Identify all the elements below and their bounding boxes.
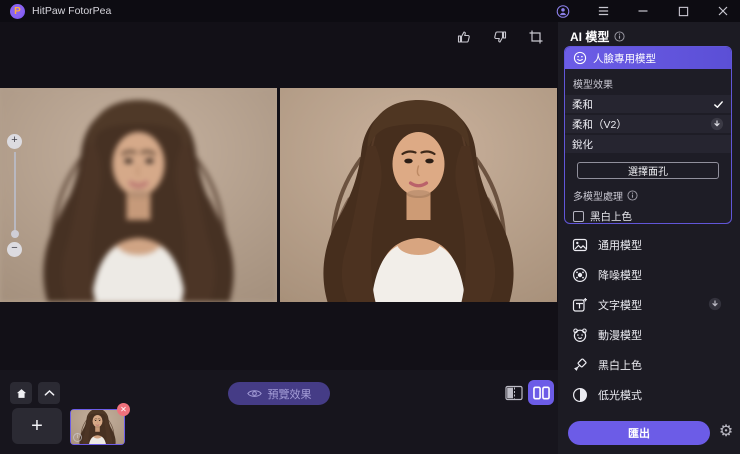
sidebar-item-anime-model[interactable]: 動漫模型 bbox=[572, 326, 730, 344]
canvas-toolbar bbox=[456, 29, 544, 45]
menu-icon[interactable] bbox=[596, 4, 610, 18]
export-button[interactable]: 匯出 bbox=[568, 421, 710, 445]
text-model-icon bbox=[572, 297, 588, 313]
canvas-area: + − bbox=[0, 22, 558, 370]
option-soft[interactable]: 柔和 bbox=[565, 95, 731, 113]
download-icon[interactable] bbox=[710, 117, 724, 131]
sidebar-title: AI 模型 bbox=[570, 28, 625, 45]
checkbox-icon[interactable] bbox=[573, 211, 584, 222]
split-view-toggle-icon[interactable] bbox=[505, 385, 523, 401]
face-model-header[interactable]: 人臉專用模型 bbox=[565, 47, 731, 69]
download-icon[interactable] bbox=[708, 297, 722, 311]
zoom-in-button[interactable]: + bbox=[7, 134, 22, 149]
collapse-tray-button[interactable] bbox=[38, 382, 60, 404]
thumbnail-info-icon: i bbox=[73, 433, 82, 442]
face-icon bbox=[573, 51, 587, 65]
zoom-out-button[interactable]: − bbox=[7, 242, 22, 257]
eye-icon bbox=[247, 388, 262, 399]
face-model-panel: 人臉專用模型 模型效果 柔和 柔和（V2） 銳化 選擇面孔 多模型處理 黑白上 bbox=[564, 46, 732, 224]
general-model-icon bbox=[572, 237, 588, 253]
face-model-label: 人臉專用模型 bbox=[593, 51, 656, 66]
option-soft-v2[interactable]: 柔和（V2） bbox=[565, 115, 731, 133]
sidebar-item-text-model[interactable]: 文字模型 bbox=[572, 296, 730, 314]
remove-image-icon[interactable]: ✕ bbox=[117, 403, 130, 416]
add-image-button[interactable]: + bbox=[12, 408, 62, 444]
zoom-slider-knob[interactable] bbox=[11, 230, 19, 238]
select-face-button[interactable]: 選擇面孔 bbox=[577, 162, 719, 179]
sidebar-item-general-model[interactable]: 通用模型 bbox=[572, 236, 730, 254]
window-controls bbox=[556, 4, 730, 18]
app-window: P HitPaw FotorPea bbox=[0, 0, 740, 454]
compare-view bbox=[0, 88, 557, 302]
option-sharpen[interactable]: 銳化 bbox=[565, 135, 731, 153]
sidebar-item-lowlight-model[interactable]: 低光模式 bbox=[572, 386, 730, 404]
titlebar: P HitPaw FotorPea bbox=[0, 0, 740, 22]
app-title: HitPaw FotorPea bbox=[32, 5, 111, 17]
account-icon[interactable] bbox=[556, 4, 570, 18]
gear-icon[interactable]: ⚙ bbox=[716, 422, 736, 442]
maximize-icon[interactable] bbox=[676, 4, 690, 18]
zoom-slider-track[interactable] bbox=[14, 152, 16, 236]
check-icon bbox=[713, 99, 724, 110]
thumbs-down-icon[interactable] bbox=[492, 29, 508, 45]
preview-effect-button[interactable]: 預覽效果 bbox=[228, 382, 330, 405]
image-thumbnail[interactable]: ✕ i bbox=[70, 409, 125, 445]
info-icon[interactable] bbox=[614, 31, 625, 42]
bottom-toolbar: + ✕ i 預覽效果 bbox=[0, 370, 558, 454]
sidebar-item-colorize-model[interactable]: 黑白上色 bbox=[572, 356, 730, 374]
multi-model-label: 多模型處理 bbox=[573, 188, 723, 203]
thumbs-up-icon[interactable] bbox=[456, 29, 472, 45]
model-effect-label: 模型效果 bbox=[573, 76, 723, 91]
after-image[interactable] bbox=[280, 88, 557, 302]
ai-models-label: AI 模型 bbox=[570, 28, 609, 45]
zoom-slider: + − bbox=[7, 134, 23, 258]
info-icon[interactable] bbox=[627, 190, 638, 201]
home-button[interactable] bbox=[10, 382, 32, 404]
crop-icon[interactable] bbox=[528, 29, 544, 45]
minimize-icon[interactable] bbox=[636, 4, 650, 18]
sidebar-item-denoise-model[interactable]: 降噪模型 bbox=[572, 266, 730, 284]
close-icon[interactable] bbox=[716, 4, 730, 18]
side-by-side-toggle-icon[interactable] bbox=[528, 380, 554, 405]
lowlight-model-icon bbox=[572, 387, 588, 403]
before-image[interactable] bbox=[0, 88, 277, 302]
colorize-model-icon bbox=[572, 357, 588, 373]
anime-model-icon bbox=[572, 327, 588, 343]
denoise-model-icon bbox=[572, 267, 588, 283]
preview-effect-label: 預覽效果 bbox=[268, 386, 312, 402]
app-logo-icon: P bbox=[10, 4, 25, 19]
colorize-checkbox[interactable]: 黑白上色 bbox=[573, 209, 723, 224]
sidebar: AI 模型 人臉專用模型 模型效果 柔和 柔和（V2） 銳化 選擇面孔 多 bbox=[558, 22, 740, 454]
